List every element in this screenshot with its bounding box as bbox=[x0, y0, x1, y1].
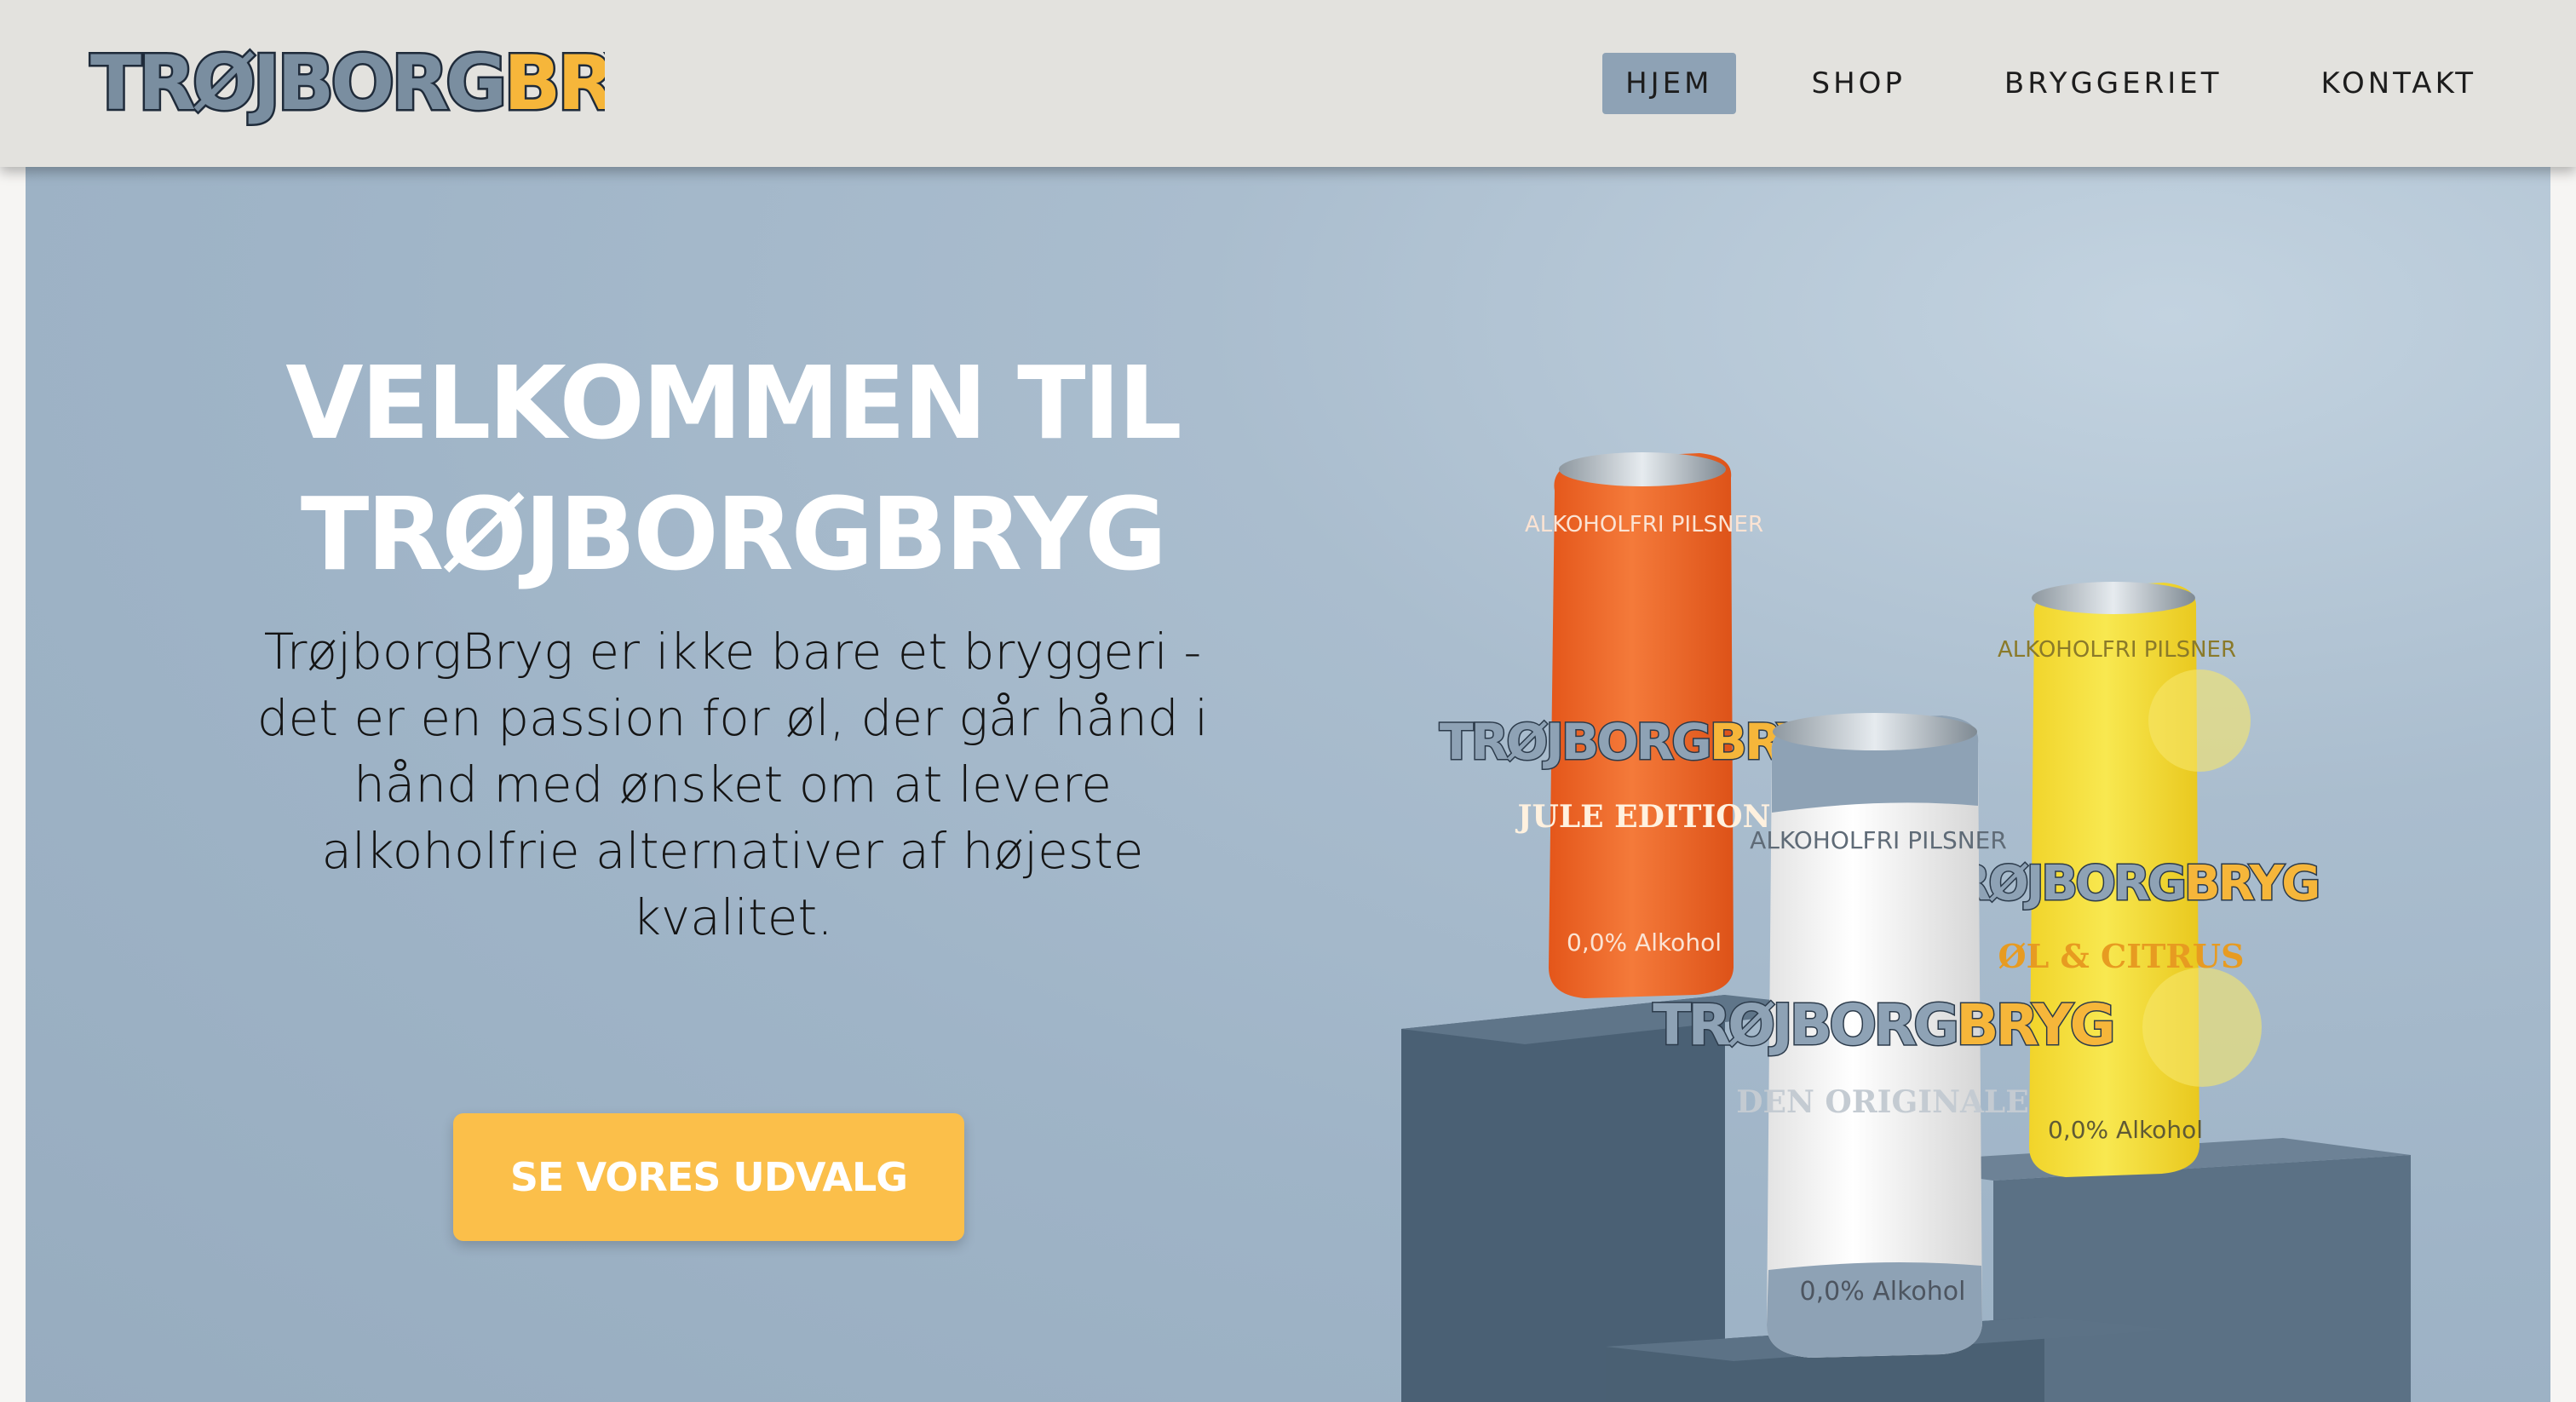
brand-logo[interactable]: TRØJBORGBRYG bbox=[85, 31, 606, 133]
site-header: TRØJBORGBRYG HJEM SHOP BRYGGERIET KONTAK… bbox=[0, 0, 2576, 167]
can-original-alcohol: 0,0% Alkohol bbox=[1800, 1277, 1966, 1307]
can-original-edition: DEN ORIGINALE bbox=[1736, 1084, 2028, 1120]
hero-description: TrøjborgBryg er ikke bare et bryggeri - … bbox=[256, 623, 1209, 946]
can-jule-alcohol: 0,0% Alkohol bbox=[1567, 928, 1722, 957]
can-original-brand-main: TRØJBORG bbox=[1653, 992, 1956, 1058]
brand-logo-graphic: TRØJBORGBRYG bbox=[89, 37, 606, 129]
can-citrus-brand-accent: BRYG bbox=[2184, 856, 2318, 911]
can-jule-edition: JULE EDITION bbox=[1515, 799, 1770, 835]
can-jule-brand-main: TRØJBORG bbox=[1440, 713, 1710, 771]
svg-text:TRØJBORGBRYG: TRØJBORGBRYG bbox=[1924, 856, 2318, 911]
nav-item-shop[interactable]: SHOP bbox=[1789, 53, 1929, 114]
hero-title: VELKOMMEN TIL TRØJBORGBRYG bbox=[221, 337, 1244, 600]
can-original-brand-accent: BRYG bbox=[1956, 992, 2112, 1058]
see-selection-button[interactable]: SE VORES UDVALG bbox=[453, 1113, 964, 1241]
can-original-top-label: ALKOHOLFRI PILSNER bbox=[1750, 826, 2007, 854]
nav-item-kontakt[interactable]: KONTAKT bbox=[2298, 53, 2499, 114]
nav-item-hjem[interactable]: HJEM bbox=[1602, 53, 1736, 114]
logo-text-main: TRØJBORG bbox=[90, 39, 503, 127]
can-citrus-edition: ØL & CITRUS bbox=[1998, 937, 2244, 975]
can-jule-top-label: ALKOHOLFRI PILSNER bbox=[1525, 512, 1763, 537]
can-citrus-alcohol: 0,0% Alkohol bbox=[2048, 1116, 2203, 1144]
can-citrus-top-label: ALKOHOLFRI PILSNER bbox=[1998, 637, 2236, 663]
svg-text:TRØJBORGBRYG: TRØJBORGBRYG bbox=[90, 39, 605, 127]
product-scene-graphic: ALKOHOLFRI PILSNER TRØJBORGBRYG JULE EDI… bbox=[1401, 452, 2411, 1402]
product-scene: ALKOHOLFRI PILSNER TRØJBORGBRYG JULE EDI… bbox=[1389, 295, 2550, 1402]
hero-title-line-1: VELKOMMEN TIL bbox=[285, 344, 1182, 462]
logo-text-accent: BRYG bbox=[503, 39, 605, 127]
hero-section: VELKOMMEN TIL TRØJBORGBRYG TrøjborgBryg … bbox=[26, 167, 2550, 1402]
main-nav: HJEM SHOP BRYGGERIET KONTAKT bbox=[1602, 53, 2499, 114]
hero-title-line-2: TRØJBORGBRYG bbox=[300, 475, 1167, 593]
svg-text:TRØJBORGBRYG: TRØJBORGBRYG bbox=[1653, 992, 2112, 1058]
nav-item-bryggeriet[interactable]: BRYGGERIET bbox=[1981, 53, 2245, 114]
